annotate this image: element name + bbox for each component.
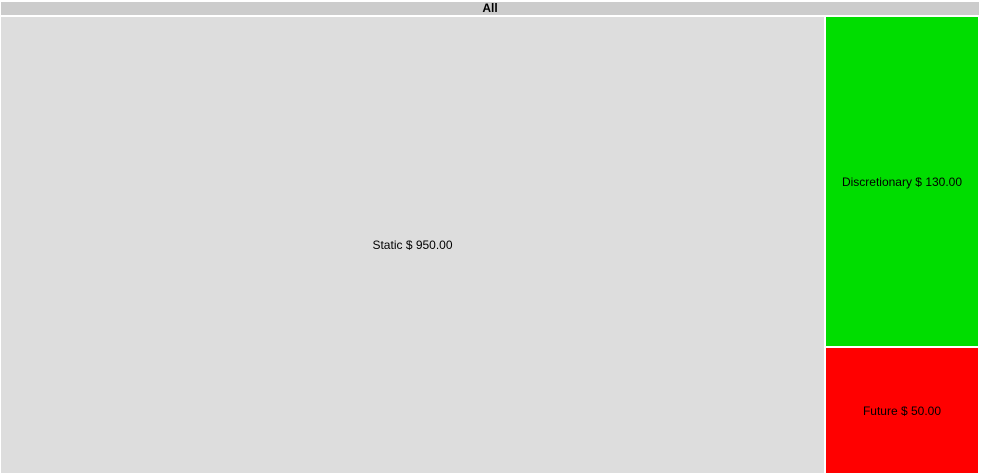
treemap-chart: All Static $ 950.00 Discretionary $ 130.0…: [0, 0, 981, 474]
treemap-cell-discretionary[interactable]: Discretionary $ 130.00: [825, 16, 979, 347]
treemap-cell-future[interactable]: Future $ 50.00: [825, 347, 979, 474]
treemap-cell-static[interactable]: Static $ 950.00: [0, 16, 825, 474]
treemap-area: Static $ 950.00 Discretionary $ 130.00 Fut…: [0, 16, 981, 474]
treemap-root-header[interactable]: All: [1, 2, 979, 15]
